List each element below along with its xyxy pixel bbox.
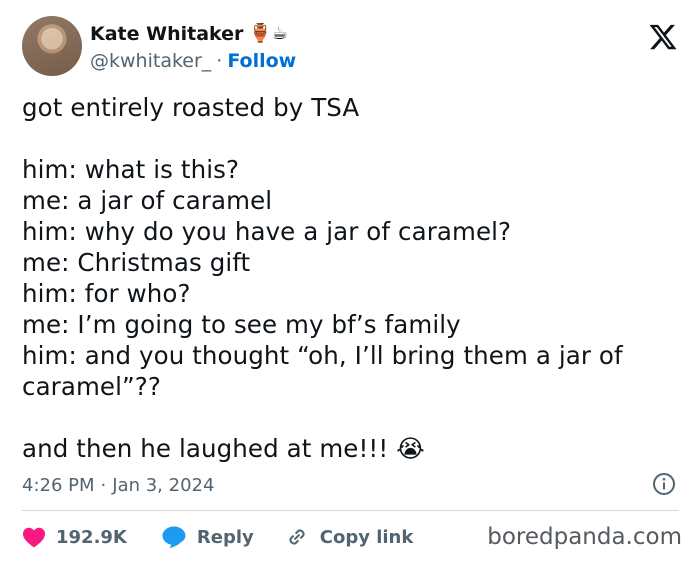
watermark: boredpanda.com	[487, 524, 682, 550]
reply-bubble-icon	[162, 526, 186, 548]
handle-separator: ·	[216, 50, 223, 72]
heart-icon	[23, 527, 45, 548]
follow-button[interactable]: Follow	[227, 50, 296, 72]
x-logo-icon[interactable]	[648, 22, 678, 52]
reply-label: Reply	[196, 526, 254, 548]
display-name[interactable]: Kate Whitaker	[90, 23, 243, 45]
tweet-line: him: what is this?	[22, 155, 240, 184]
timestamp-separator: ·	[100, 474, 107, 496]
info-icon[interactable]	[652, 472, 676, 496]
tweet-line: me: a jar of caramel	[22, 186, 273, 215]
tweet-line: me: I’m going to see my bf’s family	[22, 310, 461, 339]
tweet-line: him: why do you have a jar of caramel?	[22, 217, 512, 246]
link-icon	[289, 529, 305, 545]
reply-button[interactable]: Reply	[161, 525, 254, 549]
name-emojis: 🏺☕	[249, 23, 288, 44]
tweet-header: Kate Whitaker 🏺☕ @kwhitaker_ · Follow	[22, 16, 682, 78]
handle-row: @kwhitaker_ · Follow	[90, 48, 296, 74]
tweet-line: me: Christmas gift	[22, 248, 251, 277]
tweet-line: him: and you thought “oh, I’ll bring the…	[22, 341, 623, 370]
tweet-line: him: for who?	[22, 279, 191, 308]
divider	[22, 510, 679, 511]
avatar[interactable]	[22, 16, 82, 76]
timestamp-row: 4:26 PM · Jan 3, 2024	[22, 472, 682, 498]
tweet-line: got entirely roasted by TSA	[22, 93, 360, 122]
copy-link-label: Copy link	[319, 526, 414, 548]
tweet-line: and then he laughed at me!!! 😭	[22, 434, 425, 463]
like-button[interactable]: 192.9K	[22, 526, 127, 548]
tweet-time[interactable]: 4:26 PM	[22, 475, 95, 496]
like-count: 192.9K	[56, 526, 127, 548]
tweet-date[interactable]: Jan 3, 2024	[112, 475, 214, 496]
tweet-text: got entirely roasted by TSA him: what is…	[22, 92, 682, 464]
tweet-line: caramel”??	[22, 372, 162, 401]
handle[interactable]: @kwhitaker_	[90, 50, 211, 72]
name-row: Kate Whitaker 🏺☕	[90, 22, 296, 46]
copy-link-button[interactable]: Copy link	[284, 524, 414, 550]
user-block: Kate Whitaker 🏺☕ @kwhitaker_ · Follow	[90, 22, 296, 74]
